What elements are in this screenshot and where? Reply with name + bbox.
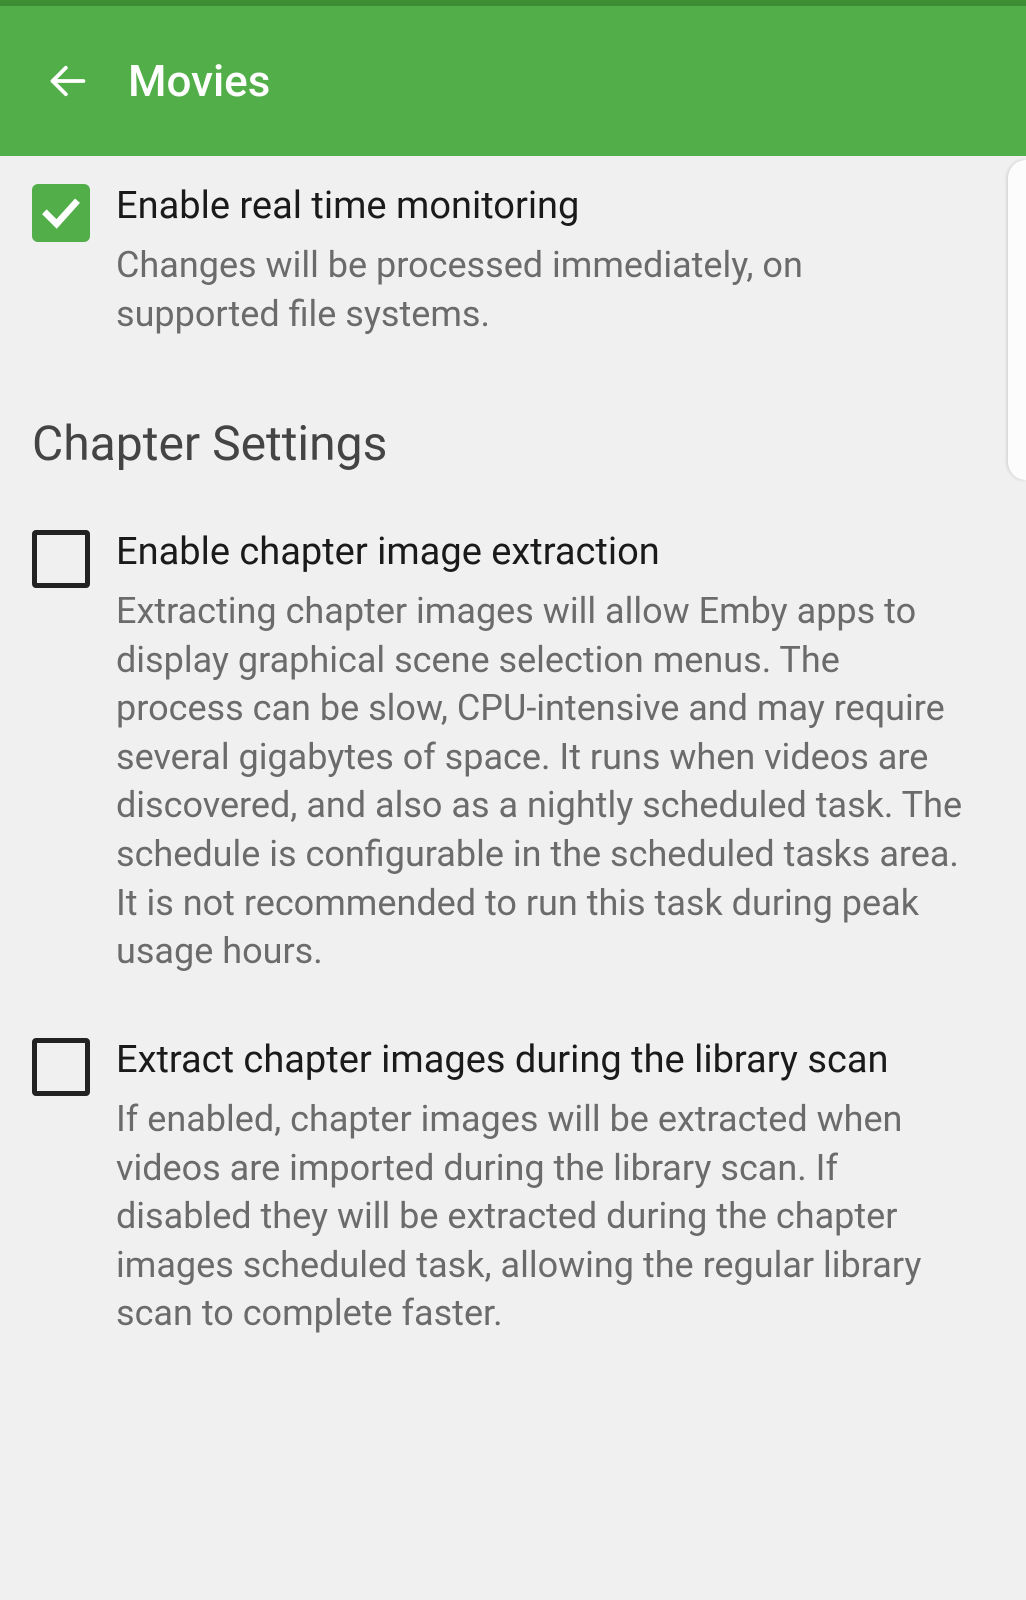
app-header: Movies [0,0,1026,156]
back-button[interactable] [38,51,98,111]
page-title: Movies [128,55,270,107]
checkbox-realtime[interactable] [32,184,90,242]
setting-chapter-extraction[interactable]: Enable chapter image extraction Extracti… [0,502,1026,1002]
checkbox-chapter-extract[interactable] [32,530,90,588]
scroll-indicator[interactable] [1008,160,1026,480]
setting-text-block: Enable real time monitoring Changes will… [116,182,994,339]
setting-title: Extract chapter images during the librar… [116,1036,974,1085]
setting-text-block: Extract chapter images during the librar… [116,1036,994,1338]
back-arrow-icon [46,59,90,103]
setting-title: Enable chapter image extraction [116,528,974,577]
setting-description: Changes will be processed immediately, o… [116,241,974,338]
check-icon [39,191,83,235]
section-header-chapter: Chapter Settings [0,365,1026,502]
setting-text-block: Enable chapter image extraction Extracti… [116,528,994,976]
setting-realtime-monitoring[interactable]: Enable real time monitoring Changes will… [0,156,1026,365]
setting-title: Enable real time monitoring [116,182,974,231]
checkbox-chapter-scan[interactable] [32,1038,90,1096]
setting-chapter-scan[interactable]: Extract chapter images during the librar… [0,1002,1026,1364]
settings-content: Enable real time monitoring Changes will… [0,156,1026,1364]
setting-description: Extracting chapter images will allow Emb… [116,587,974,976]
setting-description: If enabled, chapter images will be extra… [116,1095,974,1338]
